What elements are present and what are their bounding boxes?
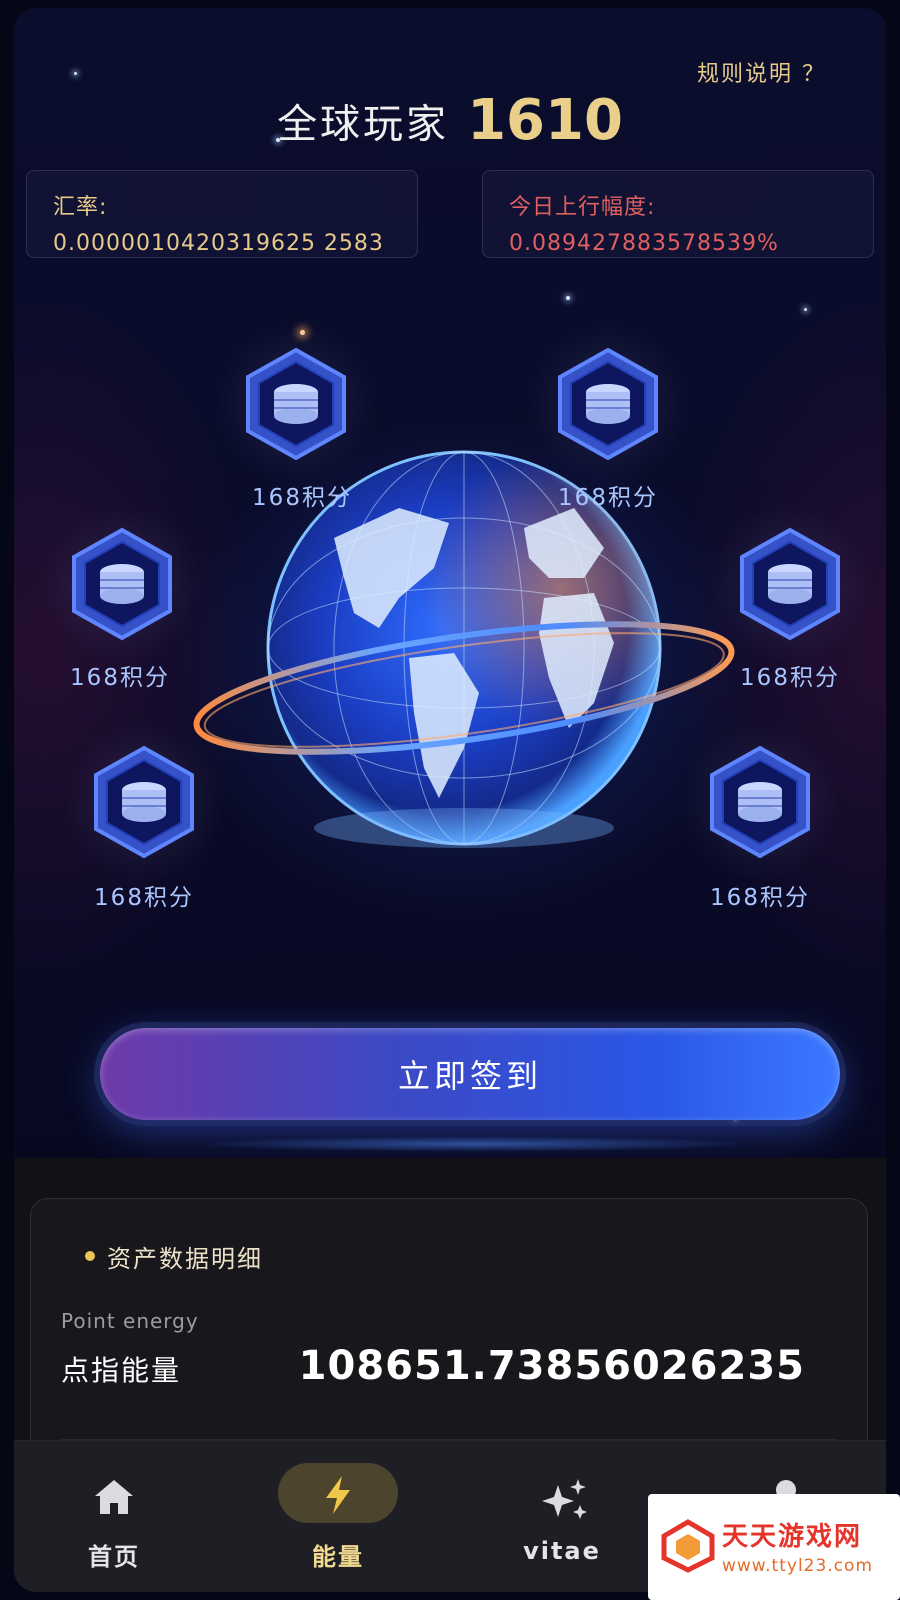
nav-vitae-label: vitae (523, 1537, 601, 1565)
reward-hex-6[interactable] (680, 722, 840, 882)
star (74, 72, 77, 75)
watermark-url: www.ttyl23.com (722, 1556, 874, 1576)
rise-label: 今日上行幅度: (509, 195, 656, 220)
star (566, 296, 570, 300)
rules-link[interactable]: 规则说明 ？ (697, 56, 826, 88)
nav-vitae[interactable]: vitae (462, 1441, 662, 1592)
nav-home[interactable]: 首页 (14, 1441, 214, 1592)
page-title: 全球玩家 1610 (14, 88, 886, 153)
asset-section-title: 资产数据明细 (85, 1239, 263, 1274)
asset-name-cn: 点指能量 (61, 1354, 182, 1387)
rate-label: 汇率: (53, 195, 108, 220)
coin-stack-icon (246, 347, 346, 461)
reward-label-6: 168积分 (710, 885, 810, 911)
sparkle-icon (542, 1479, 587, 1519)
checkin-button[interactable]: 立即签到 (100, 1028, 840, 1120)
reward-hex-3[interactable] (42, 504, 202, 664)
reward-label-1: 168积分 (252, 485, 352, 511)
watermark-brand: 天天游戏网 (722, 1522, 863, 1552)
reward-hex-4[interactable] (710, 504, 870, 664)
asset-section-title-text: 资产数据明细 (107, 1245, 263, 1273)
reward-label-4: 168积分 (740, 665, 840, 691)
exchange-rate-box: 汇率: 0.0000010420319625 2583 (26, 170, 418, 258)
coin-stack-icon (558, 347, 658, 461)
reward-hex-2[interactable] (528, 324, 688, 484)
player-count: 1610 (467, 88, 623, 153)
nav-energy[interactable]: 能量 (238, 1441, 438, 1592)
app-screen: 规则说明 ？ 全球玩家 1610 汇率: 0.0000010420319625 2… (14, 8, 886, 1592)
asset-name-en: Point energy (61, 1309, 199, 1333)
reward-label-2: 168积分 (558, 485, 658, 511)
coin-stack-icon (710, 745, 810, 859)
home-icon (95, 1480, 133, 1514)
global-players-label: 全球玩家 (277, 101, 450, 148)
nav-energy-label: 能量 (312, 1543, 364, 1571)
daily-rise-box: 今日上行幅度: 0.089427883578539% (482, 170, 874, 258)
asset-value: 108651.73856026235 (298, 1343, 805, 1389)
coin-stack-icon (94, 745, 194, 859)
rise-value: 0.089427883578539% (509, 231, 779, 256)
star (804, 308, 807, 311)
coin-stack-icon (72, 527, 172, 641)
reward-hex-5[interactable] (64, 722, 224, 882)
button-glow (194, 1136, 754, 1152)
watermark: 天天游戏网 www.ttyl23.com (648, 1494, 900, 1600)
lightning-icon (326, 1476, 350, 1514)
rate-value: 0.0000010420319625 2583 (53, 231, 384, 256)
reward-hex-1[interactable] (216, 324, 376, 484)
watermark-logo-icon (661, 1519, 715, 1573)
nav-home-label: 首页 (88, 1543, 140, 1571)
reward-label-3: 168积分 (70, 665, 170, 691)
reward-label-5: 168积分 (94, 885, 194, 911)
coin-stack-icon (740, 527, 840, 641)
